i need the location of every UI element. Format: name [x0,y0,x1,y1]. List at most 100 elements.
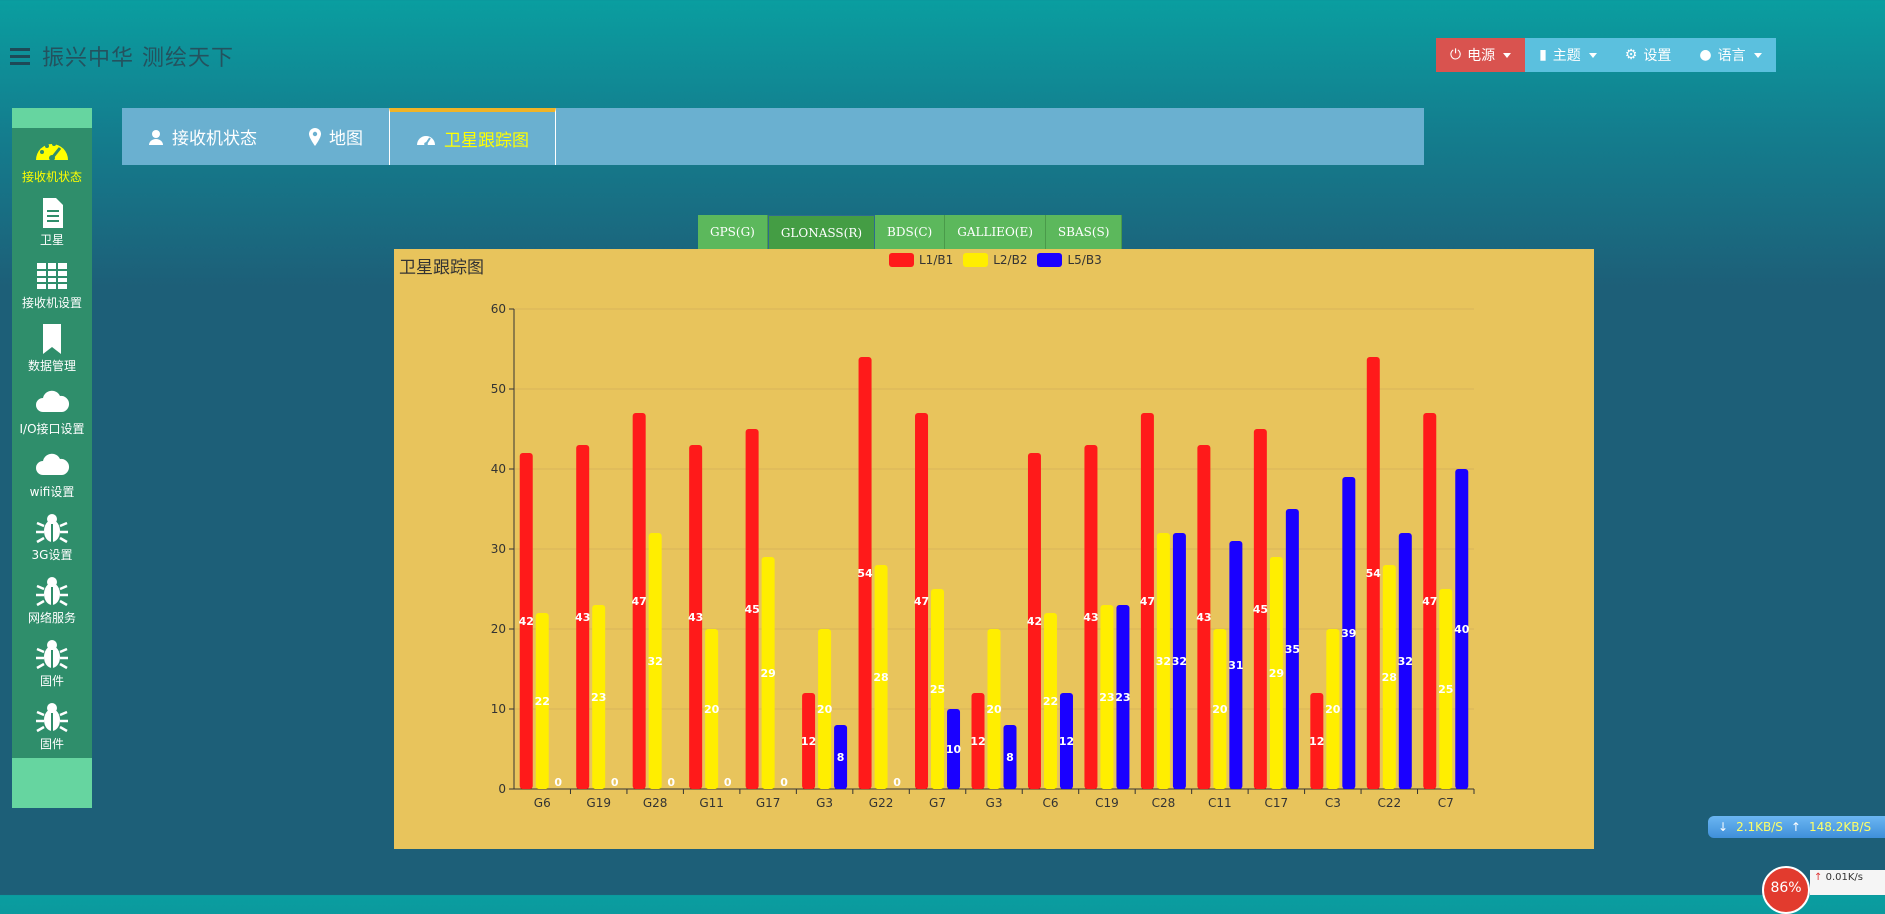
data-label: 20 [986,703,1002,716]
file-icon: ▮ [1539,47,1547,63]
table-icon [37,263,67,289]
hamburger-menu-icon[interactable] [10,47,30,65]
sidebar-item-firmware[interactable]: 固件 [12,632,92,695]
data-label: 32 [1156,655,1171,668]
data-label: 0 [724,776,732,789]
globe-icon: ● [1699,47,1712,63]
tab-map[interactable]: 地图 [283,108,389,165]
tab-sbas[interactable]: SBAS(S) [1045,215,1123,249]
x-tick-label: G17 [756,796,781,810]
language-button[interactable]: ● 语言 [1685,38,1776,72]
sidebar-item-satellite[interactable]: 卫星 [12,191,92,254]
x-tick-label: G6 [534,796,551,810]
data-label: 12 [1059,735,1074,748]
tab-label: 卫星跟踪图 [444,131,529,151]
sidebar-item-receiver-settings[interactable]: 接收机设置 [12,254,92,317]
sidebar-item-io-settings[interactable]: I/O接口设置 [12,380,92,443]
data-label: 0 [611,776,619,789]
data-label: 22 [535,695,550,708]
sidebar: 接收机状态 卫星 接收机设置 数据管理 I/O接口设置 wifi设置 3G设置 … [12,108,92,808]
tab-galileo[interactable]: GALLIEO(E) [945,215,1046,249]
data-label: 20 [1325,703,1341,716]
x-tick-label: C17 [1265,796,1289,810]
legend-label: L1/B1 [919,253,954,267]
download-arrow-icon: ↓ [1718,820,1729,834]
cpu-usage-badge[interactable]: 86% [1762,866,1810,914]
data-label: 12 [1309,735,1324,748]
header: 振兴中华 测绘天下 [10,40,234,72]
bug-icon [36,514,68,544]
data-label: 0 [667,776,675,789]
settings-button[interactable]: ⚙ 设置 [1610,38,1686,72]
x-tick-label: G11 [699,796,724,810]
sidebar-item-label: 3G设置 [31,548,73,562]
legend-item-l1b1[interactable]: L1/B1 [889,253,953,267]
dashboard-icon [417,135,435,146]
legend-item-l2b2[interactable]: L2/B2 [963,253,1027,267]
tab-label: 地图 [329,129,363,149]
sidebar-item-firmware-2[interactable]: 固件 [12,695,92,758]
y-tick-label: 0 [498,782,506,796]
sidebar-item-network-service[interactable]: 网络服务 [12,569,92,632]
y-tick-label: 10 [491,702,506,716]
data-label: 35 [1285,643,1300,656]
power-button[interactable]: ⏻ 电源 [1436,38,1526,72]
gear-icon: ⚙ [1624,47,1638,63]
sidebar-item-data-management[interactable]: 数据管理 [12,317,92,380]
data-label: 54 [857,567,873,580]
user-icon [149,129,163,145]
legend-label: L5/B3 [1067,253,1102,267]
sidebar-item-label: 网络服务 [27,611,76,625]
sidebar-item-label: wifi设置 [29,485,75,499]
tab-bds[interactable]: BDS(C) [875,215,946,249]
theme-button[interactable]: ▮ 主题 [1525,38,1611,72]
data-label: 40 [1454,623,1470,636]
data-label: 8 [837,751,845,764]
data-label: 23 [1115,691,1130,704]
data-label: 28 [1382,671,1397,684]
data-label: 43 [575,611,590,624]
sidebar-bottom-cap [12,758,92,808]
legend-swatch [889,253,914,267]
sidebar-item-receiver-status[interactable]: 接收机状态 [12,128,92,191]
sidebar-item-3g-settings[interactable]: 3G设置 [12,506,92,569]
tab-label: 接收机状态 [172,129,257,149]
data-label: 25 [930,683,945,696]
network-speed-widget[interactable]: ↓ 2.1KB/S ↑ 148.2KB/S [1708,816,1885,838]
data-label: 45 [1253,603,1268,616]
x-tick-label: C3 [1325,796,1341,810]
cloud-icon [36,453,70,475]
data-label: 45 [744,603,759,616]
sidebar-item-label: 接收机设置 [21,296,82,310]
data-label: 29 [760,667,775,680]
caret-down-icon [1588,52,1597,58]
data-label: 23 [591,691,606,704]
data-label: 47 [914,595,929,608]
legend-item-l5b3[interactable]: L5/B3 [1037,253,1102,267]
data-label: 0 [893,776,901,789]
y-tick-label: 30 [491,542,506,556]
data-label: 20 [704,703,720,716]
chart-legend: L1/B1 L2/B2 L5/B3 [889,253,1102,267]
x-tick-label: G28 [643,796,668,810]
sidebar-item-wifi-settings[interactable]: wifi设置 [12,443,92,506]
data-label: 20 [817,703,833,716]
tab-glonass[interactable]: GLONASS(R) [767,215,876,251]
tab-gps[interactable]: GPS(G) [698,215,768,249]
sidebar-item-label: 卫星 [39,233,64,247]
data-label: 20 [1212,703,1228,716]
tab-receiver-status[interactable]: 接收机状态 [122,108,283,165]
data-label: 42 [1027,615,1042,628]
x-tick-label: C7 [1438,796,1454,810]
data-label: 47 [632,595,647,608]
satellite-tracking-chart: 0 10 20 30 40 50 60 G6 42 22 0 G19 43 23 0 G28 47 32 0 G11 4… [394,249,1594,849]
top-toolbar: ⏻ 电源 ▮ 主题 ⚙ 设置 ● 语言 [1436,38,1776,72]
x-tick-label: G7 [929,796,946,810]
data-label: 0 [554,776,562,789]
data-label: 42 [519,615,534,628]
y-tick-label: 20 [491,622,506,636]
tab-satellite-tracking[interactable]: 卫星跟踪图 [389,108,556,165]
sidebar-item-label: 固件 [39,674,64,688]
y-tick-label: 50 [491,382,506,396]
data-label: 8 [1006,751,1014,764]
